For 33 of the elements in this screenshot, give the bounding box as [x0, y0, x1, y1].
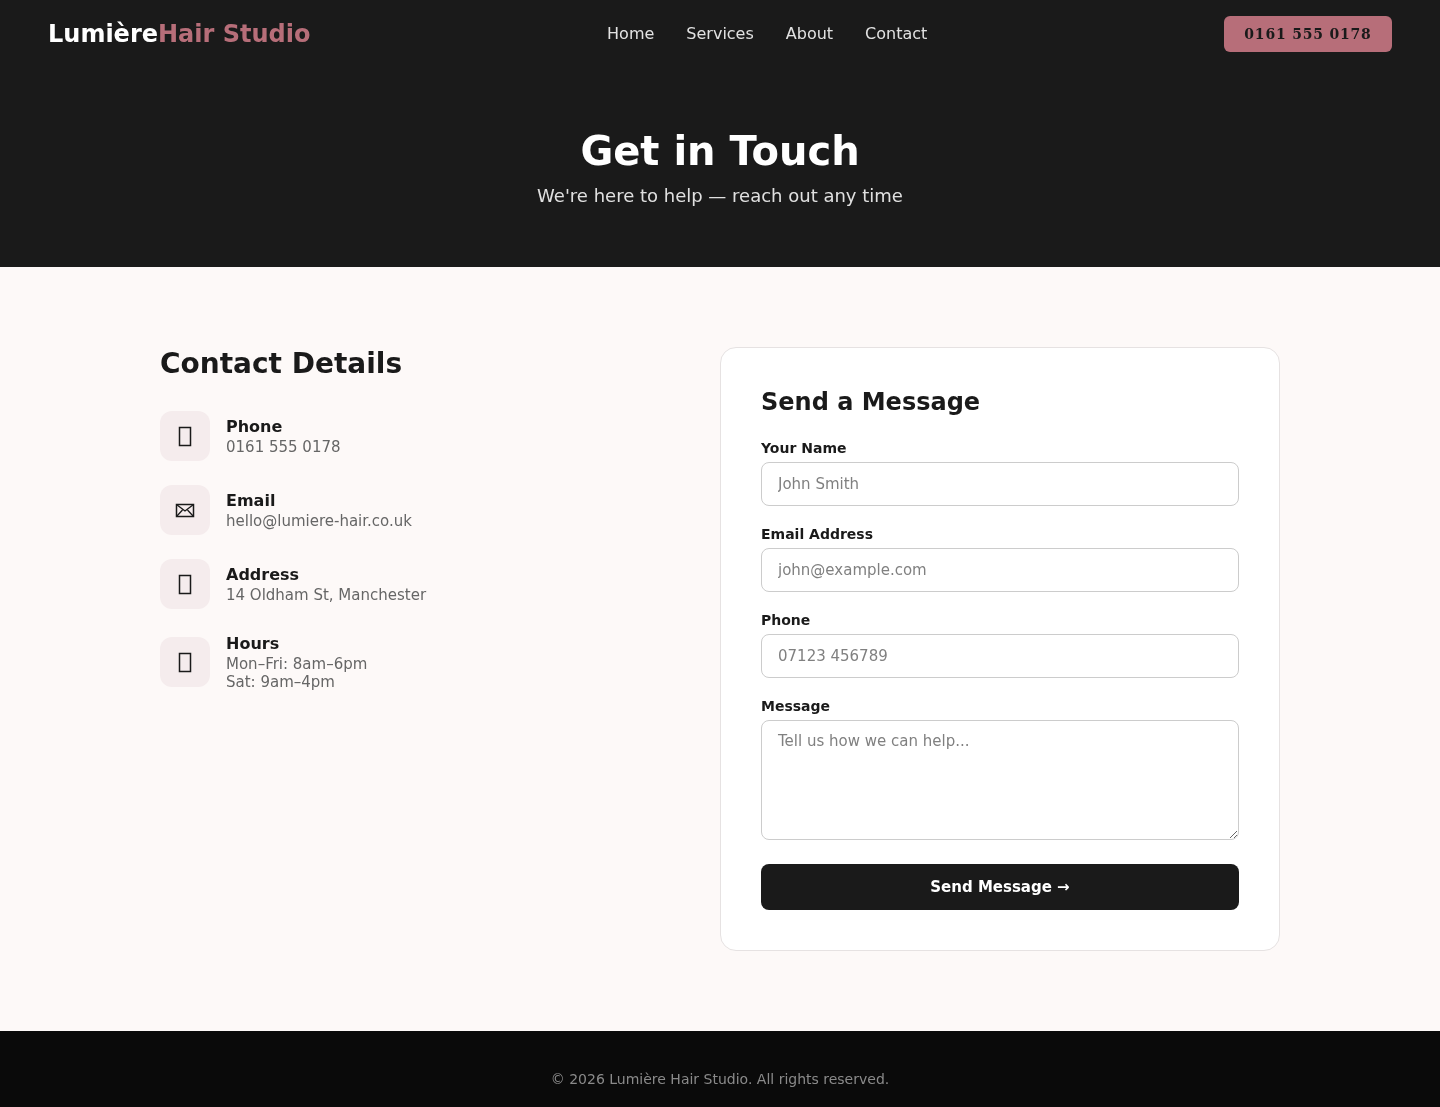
glyph-box-icon: [160, 637, 210, 687]
field-label: Email Address: [761, 526, 874, 542]
input-field[interactable]: 07123 456789: [761, 634, 1239, 678]
section-title: Contact Details: [160, 347, 404, 381]
glyph-box-icon: [160, 559, 210, 609]
contact-label: Hours: [226, 633, 281, 655]
hero-title: Get in Touch: [580, 127, 860, 176]
field-label: Message: [761, 698, 832, 714]
copyright-text: © 2026 Lumière Hair Studio. All rights reserved.: [550, 1071, 890, 1087]
nav-link[interactable]: About: [785, 24, 834, 43]
logo[interactable]: LumièreHair Studio: [48, 19, 311, 48]
input-field[interactable]: John Smith: [761, 462, 1239, 506]
send-button[interactable]: Send Message →: [761, 864, 1239, 910]
glyph-box-icon: [160, 411, 210, 461]
envelope-icon: [160, 485, 210, 535]
contact-label: Address: [226, 564, 301, 586]
contact-label: Email: [226, 490, 277, 512]
nav-link[interactable]: Services: [686, 24, 754, 43]
card-title: Send a Message: [761, 387, 982, 418]
contact-value: 0161 555 0178: [226, 438, 341, 456]
input-field[interactable]: john@example.com: [761, 548, 1239, 592]
nav-link[interactable]: Contact: [865, 24, 928, 43]
field-label: Phone: [761, 612, 812, 628]
message-field[interactable]: Tell us how we can help...: [761, 720, 1239, 840]
contact-value: Mon–Fri: 8am–6pm: [226, 655, 368, 673]
nav-link[interactable]: Home: [607, 24, 655, 43]
hero-subtitle: We're here to help — reach out any time: [537, 184, 903, 208]
contact-value: Sat: 9am–4pm: [226, 673, 336, 691]
phone-button[interactable]: 0161 555 0178: [1224, 15, 1392, 52]
contact-value: 14 Oldham St, Manchester: [226, 586, 427, 604]
field-label: Your Name: [761, 440, 848, 456]
contact-label: Phone: [226, 416, 284, 438]
contact-value: hello@lumiere-hair.co.uk: [226, 512, 412, 530]
